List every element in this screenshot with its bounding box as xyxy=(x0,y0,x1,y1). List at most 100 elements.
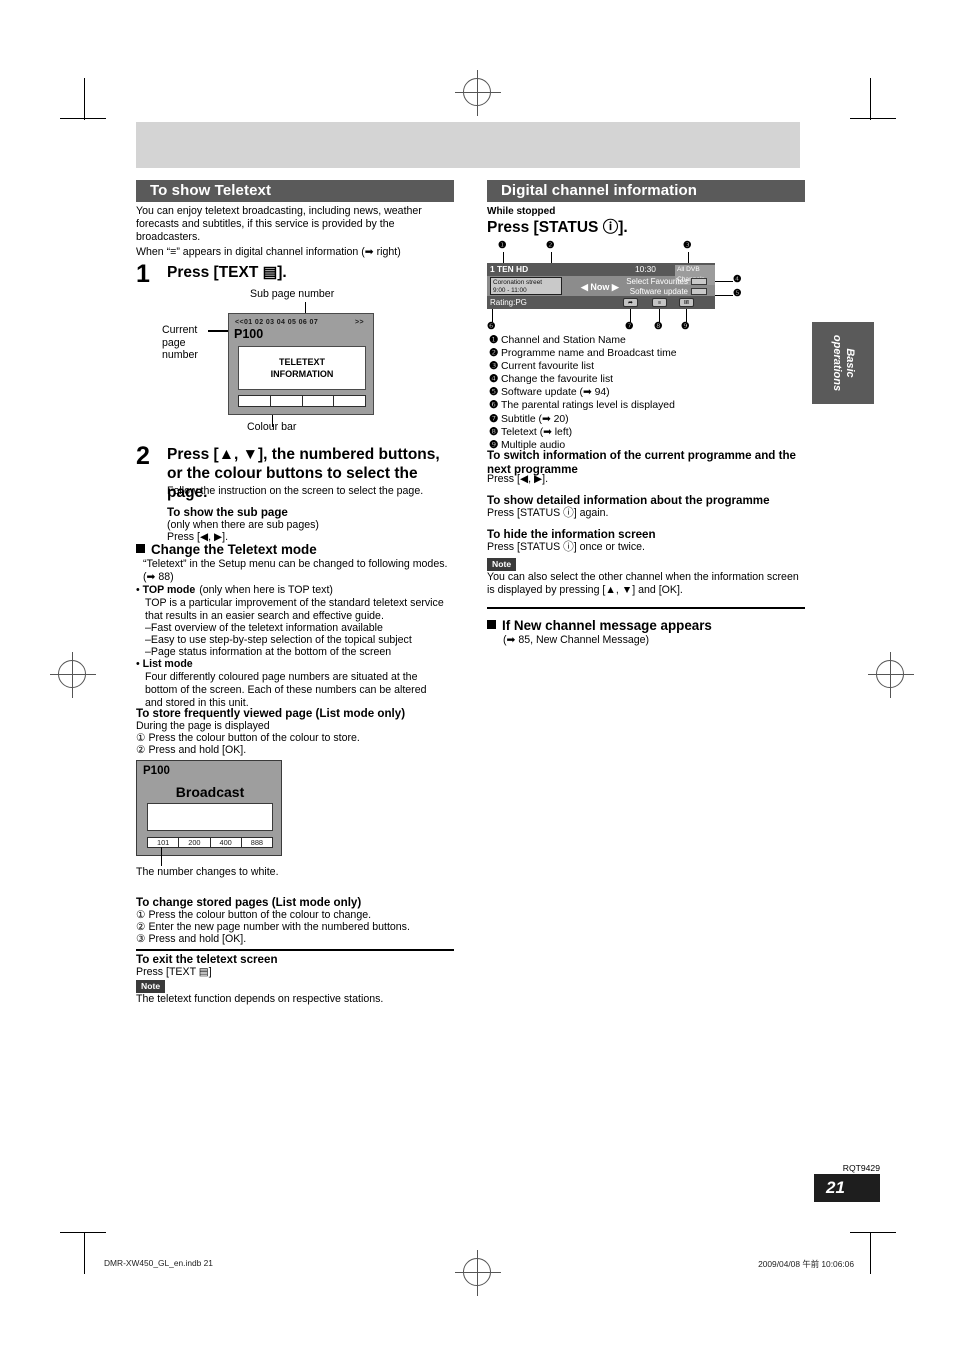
while-stopped-label: While stopped xyxy=(487,206,556,217)
store-page-line3: ② Press and hold [OK]. xyxy=(136,744,247,756)
broadcast-stored-pages: 101 200 400 888 xyxy=(147,837,273,848)
feature-label: Channel and Station Name xyxy=(501,335,626,346)
footer-timestamp: 2009/04/08 午前 10:06:06 xyxy=(758,1259,854,1269)
label-sub-page-number: Sub page number xyxy=(250,288,335,300)
feature-label: Programme name and Broadcast time xyxy=(501,348,677,360)
callout-9: ❾ xyxy=(681,321,690,332)
hide-info-heading: To hide the information screen xyxy=(487,528,656,541)
teletext-next-arrows: >> xyxy=(355,319,364,326)
feature-list: ❶ Channel and Station Name ❷ Programme nam… xyxy=(489,334,789,452)
broadcast-title: Broadcast xyxy=(175,784,245,800)
exit-teletext-heading: To exit the teletext screen xyxy=(136,953,278,966)
callout-5: ❺ xyxy=(733,288,742,299)
crop-mark-bl-v xyxy=(84,1232,85,1274)
registration-mark-left xyxy=(50,652,96,698)
white-number-note: The number changes to white. xyxy=(136,866,279,878)
feature-item: ❺ Software update (➡ 94) xyxy=(489,386,789,399)
section-header-digital-channel: Digital channel information xyxy=(487,180,805,202)
feature-item: ❼ Subtitle (➡ 20) xyxy=(489,413,789,426)
osd-select-favourites-chip[interactable] xyxy=(691,278,707,285)
top-mode-line: • TOP mode (only when here is TOP text) xyxy=(136,584,452,597)
osd-select-favourites-label[interactable]: Select Favourites xyxy=(606,277,688,287)
feature-label: The parental ratings level is displayed xyxy=(501,400,675,412)
registration-mark-top xyxy=(455,70,501,116)
stored-page-1[interactable]: 101 xyxy=(148,838,180,847)
page-number: 21 xyxy=(826,1178,845,1197)
feature-number: ❽ xyxy=(489,426,499,438)
leader-current-page xyxy=(208,330,230,332)
top-mode-bullet-icon: • xyxy=(136,584,143,596)
stored-page-2[interactable]: 200 xyxy=(179,838,211,847)
crop-mark-tl-h xyxy=(60,118,106,119)
divider-rule-right xyxy=(487,607,805,609)
teletext-page-number: P100 xyxy=(234,327,264,341)
registration-mark-right xyxy=(868,652,914,698)
osd-software-update-chip[interactable] xyxy=(691,288,707,295)
broadcast-screen-mockup: P100 Broadcast 101 200 400 888 xyxy=(136,760,282,856)
feature-item: ❹ Change the favourite list xyxy=(489,373,789,386)
feature-item: ❶ Channel and Station Name xyxy=(489,334,789,347)
osd-programme-box: Coronation street 9:00 - 11:00 xyxy=(490,277,562,295)
colour-bar-cell-2 xyxy=(271,396,303,406)
feature-number: ❶ xyxy=(489,335,499,346)
teletext-body-line1: TELETEXT xyxy=(278,357,325,367)
osd-clock: 10:30 xyxy=(635,264,656,274)
change-pages-heading: To change stored pages (List mode only) xyxy=(136,896,362,909)
stored-page-4[interactable]: 888 xyxy=(242,838,272,847)
crop-mark-tr-h xyxy=(850,118,896,119)
step-2-number: 2 xyxy=(136,442,150,470)
bullet-square-icon-right xyxy=(487,620,496,629)
note-tag-right: Note xyxy=(487,558,517,571)
top-grey-banner xyxy=(136,122,800,168)
callout-3: ❸ xyxy=(683,240,692,251)
hide-info-press: Press [STATUS ⓘ] once or twice. xyxy=(487,541,645,553)
broadcast-window xyxy=(147,803,273,831)
registration-mark-bottom xyxy=(455,1250,501,1296)
list-mode-line: • List mode xyxy=(136,658,193,671)
crop-mark-tl-v xyxy=(84,78,85,120)
feature-number: ❻ xyxy=(489,400,499,412)
teletext-when-line: When “≡” appears in digital channel info… xyxy=(136,246,401,258)
stored-page-3[interactable]: 400 xyxy=(211,838,242,847)
change-pages-line3: ③ Press and hold [OK]. xyxy=(136,933,247,945)
new-channel-message-heading: If New channel message appears xyxy=(487,618,712,634)
step-1-number: 1 xyxy=(136,260,150,288)
teletext-intro: You can enjoy teletext broadcasting, inc… xyxy=(136,205,422,244)
feature-number: ❷ xyxy=(489,348,499,360)
top-mode-heading: TOP mode xyxy=(142,584,196,596)
teletext-body-line2: INFORMATION xyxy=(270,369,334,379)
feature-label: Subtitle (➡ 20) xyxy=(501,413,569,425)
multiple-audio-icon: I/I xyxy=(679,298,694,307)
manual-page: To show Teletext You can enjoy teletext … xyxy=(0,0,954,1351)
change-teletext-mode-heading: Change the Teletext mode xyxy=(136,542,317,558)
osd-programme-time: 9:00 - 11:00 xyxy=(493,287,527,294)
crop-mark-br-h xyxy=(850,1232,896,1233)
feature-item: ❷ Programme name and Broadcast time xyxy=(489,347,789,360)
store-page-heading: To store frequently viewed page (List mo… xyxy=(136,707,406,720)
section-header-teletext: To show Teletext xyxy=(136,180,454,202)
rqt-code: RQT9429 xyxy=(842,1163,880,1173)
side-tab-basic-operations: Basic operations xyxy=(812,322,874,404)
feature-label: Current favourite list xyxy=(501,361,594,373)
osd-software-update-label[interactable]: Software update xyxy=(606,287,688,297)
divider-rule-left xyxy=(136,949,454,951)
callout-8: ❽ xyxy=(654,321,663,332)
colour-bar-cell-4 xyxy=(334,396,365,406)
exit-teletext-press: Press [TEXT ▤] xyxy=(136,966,212,979)
callout-1: ❶ xyxy=(498,240,507,251)
osd-rating: Rating:PG xyxy=(490,298,527,307)
teletext-screen-mockup: <<01 02 03 04 05 06 07 >> P100 TELETEXT … xyxy=(228,313,374,415)
teletext-body-window: TELETEXT INFORMATION xyxy=(238,346,366,390)
detail-info-press: Press [STATUS ⓘ] again. xyxy=(487,507,609,519)
feature-number: ❸ xyxy=(489,361,499,373)
press-status-instruction: Press [STATUS ⓘ]. xyxy=(487,219,628,236)
crop-mark-bl-h xyxy=(60,1232,106,1233)
callout-4: ❹ xyxy=(733,274,742,285)
footer-file-line: DMR-XW450_GL_en.indb 21 xyxy=(104,1258,213,1268)
subtitle-icon: ➦ xyxy=(623,298,638,307)
feature-label: Change the favourite list xyxy=(501,374,614,386)
step-1-instruction: Press [TEXT ▤]. xyxy=(167,264,287,281)
crop-mark-tl-inner xyxy=(84,118,85,119)
bullet-square-icon xyxy=(136,544,145,553)
feature-item: ❸ Current favourite list xyxy=(489,360,789,373)
